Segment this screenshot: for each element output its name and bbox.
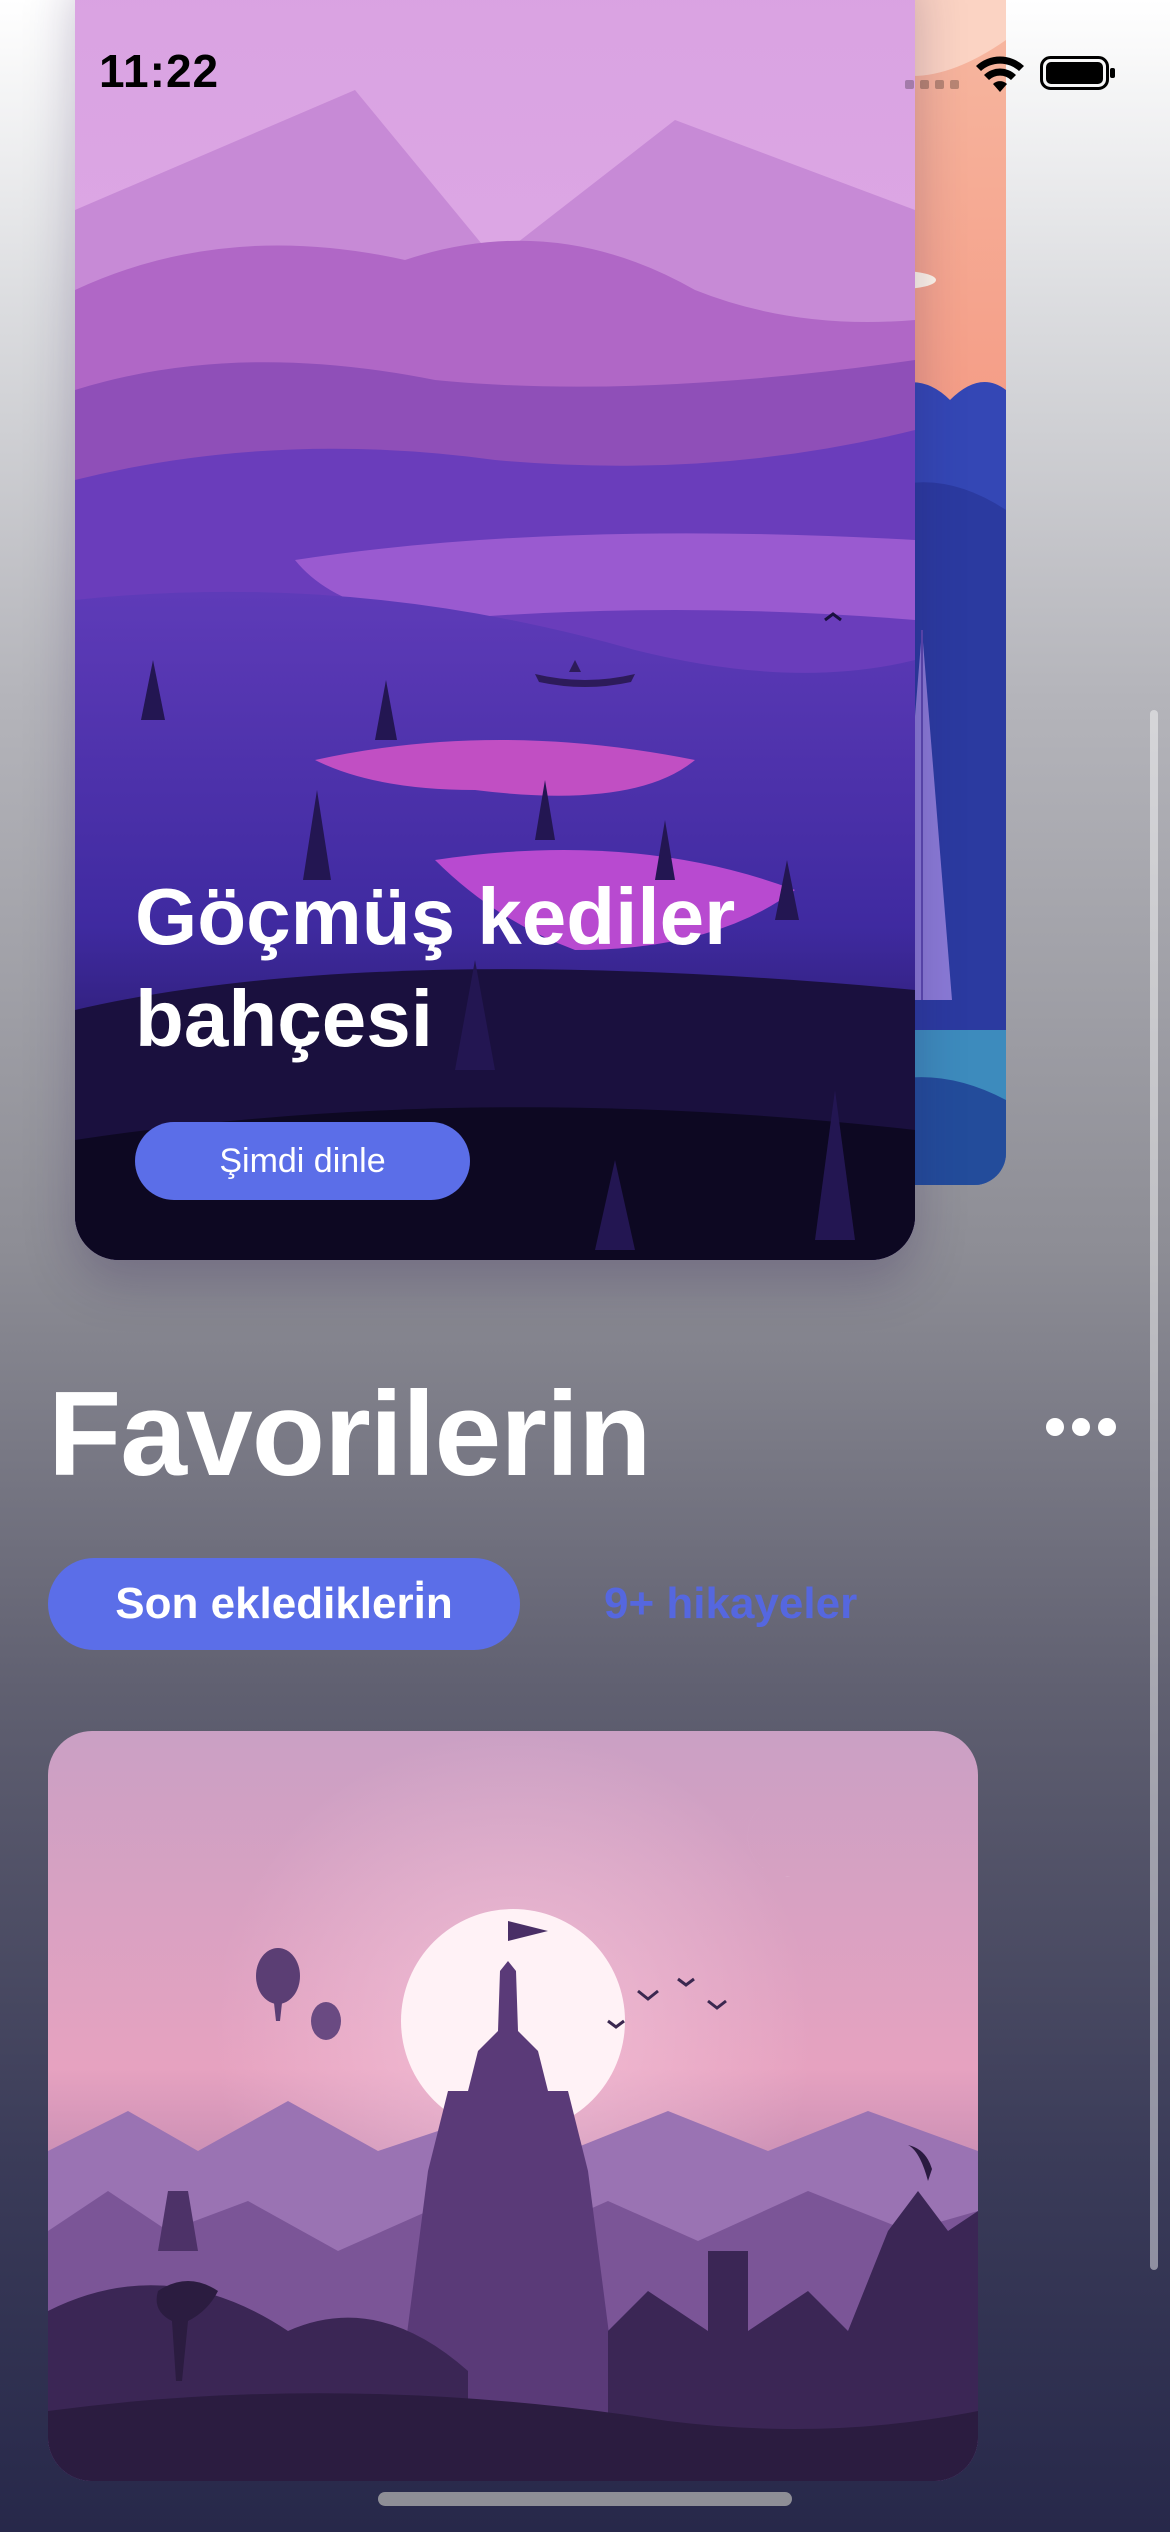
featured-story-card[interactable]: Göçmüş kediler bahçesi Şimdi dinle — [75, 0, 915, 1260]
purple-mountain-artwork — [75, 0, 915, 1260]
favorite-story-card[interactable] — [48, 1731, 978, 2481]
listen-now-button[interactable]: Şimdi dinle — [135, 1122, 470, 1200]
status-bar: 11:22 — [0, 0, 1170, 140]
status-time: 11:22 — [99, 45, 220, 97]
tab-recently-added[interactable]: Son ekledikleri̇n — [48, 1558, 520, 1650]
wifi-icon — [976, 56, 1024, 92]
sunset-castle-artwork — [48, 1731, 978, 2481]
home-indicator[interactable] — [378, 2492, 792, 2506]
tab-nine-plus-stories[interactable]: 9+ hikayeler — [604, 1558, 857, 1650]
more-dots-icon[interactable] — [1046, 1418, 1116, 1436]
battery-icon — [1040, 56, 1115, 90]
signal-icon — [905, 80, 959, 89]
story-title: Göçmüş kediler bahçesi — [135, 872, 736, 1063]
scroll-indicator[interactable] — [1150, 710, 1158, 2270]
favorites-title: Favorilerin — [48, 1367, 652, 1501]
